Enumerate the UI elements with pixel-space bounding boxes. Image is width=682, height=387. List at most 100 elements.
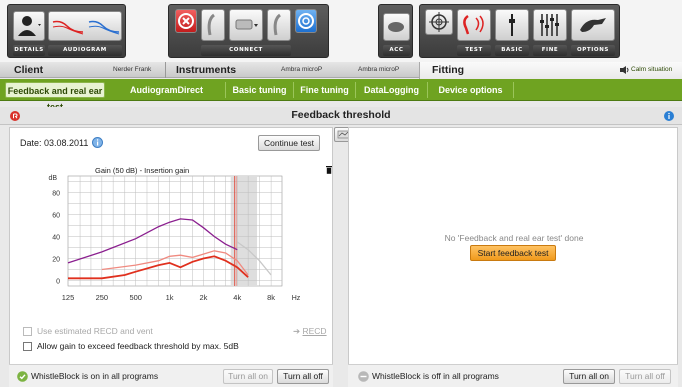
accessory-icon	[388, 22, 404, 32]
start-feedback-test-button[interactable]: Start feedback test	[470, 245, 556, 261]
right-turn-all-off-button[interactable]: Turn all off	[619, 369, 671, 384]
hearing-aid-icon	[273, 13, 281, 36]
speaker-icon	[620, 66, 630, 76]
client-name: Nerder Frank	[113, 66, 152, 73]
gain-chart-svg: 0 20 40 60 80 dB 125 250 500 1k 2k 4k 8k Hz	[48, 175, 301, 302]
y-tick-label: 20	[52, 257, 60, 264]
crosshair-icon	[429, 12, 449, 32]
fine-sliders-icon	[540, 14, 559, 36]
feedback-ear-icon	[463, 14, 484, 35]
basic-button[interactable]	[495, 9, 529, 41]
audiogram-button[interactable]	[48, 11, 122, 41]
disconnect-button[interactable]	[175, 9, 197, 33]
y-tick-label: 40	[52, 235, 60, 242]
tab-data-logging[interactable]: DataLogging	[356, 82, 428, 98]
test-label: TEST	[457, 45, 491, 56]
target-button[interactable]	[425, 9, 453, 35]
tab-feedback-real-ear-test[interactable]: Feedback and real ear test	[5, 82, 105, 112]
audiogram-icon	[52, 20, 120, 35]
y-tick-label: 60	[52, 213, 60, 220]
details-button[interactable]	[13, 11, 45, 41]
programmer-button[interactable]	[229, 9, 263, 41]
test-button[interactable]	[457, 9, 491, 41]
fine-label: FINE	[533, 45, 567, 56]
left-instrument-name: Ambra microP	[281, 66, 323, 73]
left-turn-all-off-button[interactable]: Turn all off	[277, 369, 329, 384]
tab-device-options[interactable]: Device options	[428, 82, 514, 98]
minus-circle-icon	[358, 371, 369, 384]
toolbar-group-fitting: TEST BASIC FINE OPTIONS	[419, 4, 620, 58]
gain-chart: 0 20 40 60 80 dB 125 250 500 1k 2k 4k 8k Hz	[20, 162, 322, 304]
check-circle-icon	[17, 371, 28, 384]
x-tick-label: 8k	[267, 293, 275, 302]
whistleblock-right-bar: WhistleBlock is off in all programs Turn…	[348, 364, 678, 387]
hand-options-icon	[580, 18, 606, 32]
x-tick-label: 500	[129, 293, 142, 302]
instruments-section-title[interactable]: Instruments	[176, 62, 236, 78]
main-toolbar: DETAILS AUDIOGRAM CONNECT ACC TEST BASIC…	[0, 0, 682, 62]
trash-icon[interactable]	[326, 166, 332, 176]
acc-label: ACC	[383, 45, 410, 56]
basic-slider-icon	[509, 14, 515, 36]
y-tick-label: 80	[52, 191, 60, 198]
whistleblock-left-status: WhistleBlock is on in all programs	[31, 371, 159, 381]
toolbar-group-client: DETAILS AUDIOGRAM	[7, 4, 126, 58]
x-tick-label: 1k	[166, 293, 174, 302]
options-button[interactable]	[571, 9, 615, 41]
basic-label: BASIC	[495, 45, 529, 56]
whistleblock-left-bar: WhistleBlock is on in all programs Turn …	[9, 364, 333, 387]
options-label: OPTIONS	[571, 45, 615, 56]
details-label: DETAILS	[13, 45, 45, 56]
right-feedback-panel: No 'Feedback and real ear test' done Sta…	[348, 127, 678, 365]
right-hearing-aid-button[interactable]	[267, 9, 291, 41]
hearing-aid-icon	[207, 13, 215, 36]
page-title-bar: Feedback threshold	[0, 107, 682, 125]
fitting-section[interactable]: Fitting Calm situation	[419, 62, 682, 79]
x-tick-label: 125	[62, 293, 75, 302]
tab-audiogram-direct[interactable]: AudiogramDirect	[108, 82, 226, 98]
toolbar-group-acc: ACC	[378, 4, 413, 58]
right-turn-all-on-button[interactable]: Turn all on	[563, 369, 615, 384]
fitting-tab-bar: Feedback and real ear test AudiogramDire…	[0, 79, 682, 112]
x-tick-label: 250	[96, 293, 109, 302]
fitting-section-title: Fitting	[432, 64, 465, 76]
person-icon	[18, 16, 41, 36]
tab-basic-tuning[interactable]: Basic tuning	[226, 82, 294, 98]
toolbar-group-connect: CONNECT	[168, 4, 329, 58]
programmer-icon	[235, 19, 258, 30]
y-tick-label: 0	[56, 279, 60, 286]
connect-label: CONNECT	[201, 45, 291, 56]
recd-link[interactable]: ➔ RECD	[293, 326, 327, 337]
no-test-message: No 'Feedback and real ear test' done	[444, 233, 584, 243]
acc-button[interactable]	[383, 13, 410, 41]
fine-button[interactable]	[533, 9, 567, 41]
client-section-title[interactable]: Client	[14, 62, 43, 78]
close-circle-icon	[178, 13, 194, 29]
section-divider	[165, 62, 166, 78]
recd-checkbox-label: Use estimated RECD and vent	[37, 326, 153, 336]
right-instrument-name: Ambra microP	[358, 66, 400, 73]
y-axis-label: dB	[48, 175, 57, 182]
tab-fine-tuning[interactable]: Fine tuning	[294, 82, 356, 98]
connect-status-button[interactable]	[295, 9, 317, 33]
situation-label: Calm situation	[631, 66, 673, 73]
x-tick-label: 2k	[199, 293, 207, 302]
audiogram-label: AUDIOGRAM	[48, 45, 122, 56]
chart-title: Gain (50 dB) - Insertion gain	[95, 166, 190, 175]
left-hearing-aid-button[interactable]	[201, 9, 225, 41]
continue-test-button[interactable]: Continue test	[258, 135, 320, 151]
x-axis-label: Hz	[292, 295, 301, 302]
whistleblock-right-status: WhistleBlock is off in all programs	[372, 371, 499, 381]
info-icon[interactable]	[664, 111, 674, 123]
x-tick-label: 4k	[233, 293, 241, 302]
left-turn-all-on-button[interactable]: Turn all on	[223, 369, 273, 384]
left-feedback-panel: Date: 03.08.2011 Continue test 0 20 40 60 80…	[9, 127, 333, 365]
allow-gain-checkbox[interactable]	[23, 342, 32, 351]
recd-link-text: RECD	[302, 326, 327, 336]
section-bar: Client Nerder Frank Instruments Ambra mi…	[0, 62, 682, 79]
date-label: Date: 03.08.2011	[20, 138, 89, 148]
page-title: Feedback threshold	[291, 109, 391, 121]
connect-circle-icon	[298, 13, 314, 29]
recd-checkbox[interactable]	[23, 327, 32, 336]
date-info-icon[interactable]	[92, 137, 103, 150]
